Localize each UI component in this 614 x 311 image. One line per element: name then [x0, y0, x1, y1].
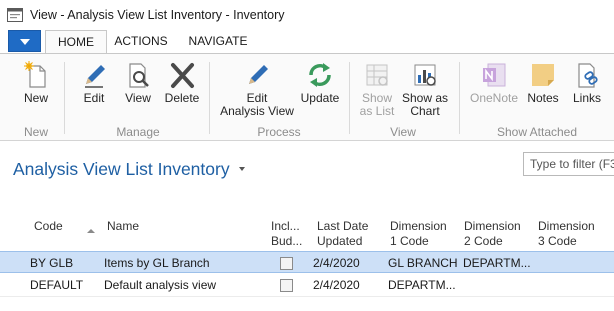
cell-dimension-2-code[interactable]: DEPARTM... [463, 256, 531, 270]
new-label: New [23, 91, 48, 105]
group-divider [349, 62, 350, 134]
tab-navigate[interactable]: NAVIGATE [178, 30, 258, 53]
filter-input[interactable]: Type to filter (F3) [523, 152, 614, 176]
onenote-button[interactable]: OneNote [466, 60, 522, 120]
chevron-down-icon[interactable] [239, 167, 245, 171]
link-icon [578, 63, 598, 88]
title-bar: View - Analysis View List Inventory - In… [0, 0, 614, 30]
column-header-dimension-2-code[interactable]: Dimension 2 Code [464, 219, 521, 249]
update-label: Update [300, 91, 340, 105]
new-button[interactable]: New [14, 60, 58, 120]
window-title: View - Analysis View List Inventory - In… [30, 8, 285, 22]
header-line: Bud... [271, 234, 303, 248]
app-window-icon [7, 8, 23, 22]
ribbon-panel: New Edit View Delete New Manage Edit Ana… [0, 53, 614, 141]
header-line: 3 Code [538, 234, 577, 248]
show-list-label-2: as List [359, 104, 395, 118]
column-header-name[interactable]: Name [107, 219, 139, 234]
cell-code[interactable]: DEFAULT [30, 278, 83, 292]
edit-analysis-view-button[interactable]: Edit Analysis View [216, 60, 298, 120]
cell-last-date-updated[interactable]: 2/4/2020 [313, 278, 360, 292]
onenote-icon [483, 63, 506, 87]
refresh-icon [309, 63, 331, 87]
chart-view-icon [414, 64, 436, 86]
group-divider [209, 62, 210, 134]
application-window: View - Analysis View List Inventory - In… [0, 0, 614, 311]
sticky-note-icon [532, 64, 554, 86]
notes-button[interactable]: Notes [523, 60, 563, 120]
column-header-dimension-3-code[interactable]: Dimension 3 Code [538, 219, 595, 249]
show-as-chart-button[interactable]: Show as Chart [400, 60, 450, 120]
show-chart-label-2: Chart [410, 104, 440, 118]
include-budgets-checkbox[interactable] [280, 279, 293, 292]
sort-ascending-icon [87, 229, 95, 233]
include-budgets-checkbox[interactable] [280, 257, 293, 270]
group-new-label: New [23, 125, 48, 139]
cell-last-date-updated[interactable]: 2/4/2020 [313, 256, 360, 270]
view-label: View [125, 91, 151, 105]
header-line: Incl... [271, 219, 300, 233]
cell-dimension-1-code[interactable]: GL BRANCH [388, 256, 458, 270]
table-row[interactable]: BY GLB Items by GL Branch 2/4/2020 GL BR… [0, 251, 614, 273]
column-header-dimension-1-code[interactable]: Dimension 1 Code [390, 219, 447, 249]
column-header-include-budgets[interactable]: Incl... Bud... [271, 219, 302, 249]
header-line: Dimension [390, 219, 447, 233]
edit-button[interactable]: Edit [74, 60, 114, 120]
page-title[interactable]: Analysis View List Inventory [13, 159, 230, 180]
group-divider [459, 62, 460, 134]
view-magnifier-icon [129, 63, 149, 88]
show-as-list-button[interactable]: Show as List [356, 60, 398, 120]
update-button[interactable]: Update [298, 60, 342, 120]
ribbon-tab-row: HOME ACTIONS NAVIGATE [0, 30, 614, 53]
cell-code[interactable]: BY GLB [30, 256, 73, 270]
group-divider [64, 62, 65, 134]
edit-analysis-label-2: Analysis View [220, 104, 294, 118]
list-view-icon [366, 64, 388, 86]
cell-dimension-1-code[interactable]: DEPARTM... [388, 278, 456, 292]
tab-home[interactable]: HOME [45, 30, 107, 53]
links-label: Links [572, 91, 601, 105]
cell-name[interactable]: Items by GL Branch [104, 256, 210, 270]
header-line: Last Date [317, 219, 369, 233]
header-line: Updated [317, 234, 363, 248]
group-view-label: View [390, 125, 416, 139]
group-process-label: Process [257, 125, 301, 139]
header-line: 1 Code [390, 234, 429, 248]
group-show-attached-label: Show Attached [496, 125, 578, 139]
group-manage-label: Manage [116, 125, 160, 139]
pencil-icon [249, 65, 268, 84]
header-line: Dimension [538, 219, 595, 233]
links-button[interactable]: Links [566, 60, 608, 120]
header-line: Dimension [464, 219, 521, 233]
table-row[interactable]: DEFAULT Default analysis view 2/4/2020 D… [0, 274, 614, 296]
notes-label: Notes [527, 91, 559, 105]
delete-x-icon [171, 63, 194, 88]
edit-label: Edit [83, 91, 105, 105]
chevron-down-icon [20, 39, 30, 45]
tab-actions[interactable]: ACTIONS [107, 30, 175, 53]
view-button[interactable]: View [118, 60, 158, 120]
delete-label: Delete [164, 91, 200, 105]
row-divider [0, 296, 614, 297]
new-document-icon [24, 61, 46, 88]
header-line: 2 Code [464, 234, 503, 248]
cell-name[interactable]: Default analysis view [104, 278, 216, 292]
application-menu-button[interactable] [8, 30, 41, 52]
onenote-label: OneNote [469, 91, 519, 105]
delete-button[interactable]: Delete [162, 60, 202, 120]
column-header-code[interactable]: Code [34, 219, 63, 234]
column-header-last-date-updated[interactable]: Last Date Updated [317, 219, 368, 249]
pencil-icon [85, 65, 105, 88]
